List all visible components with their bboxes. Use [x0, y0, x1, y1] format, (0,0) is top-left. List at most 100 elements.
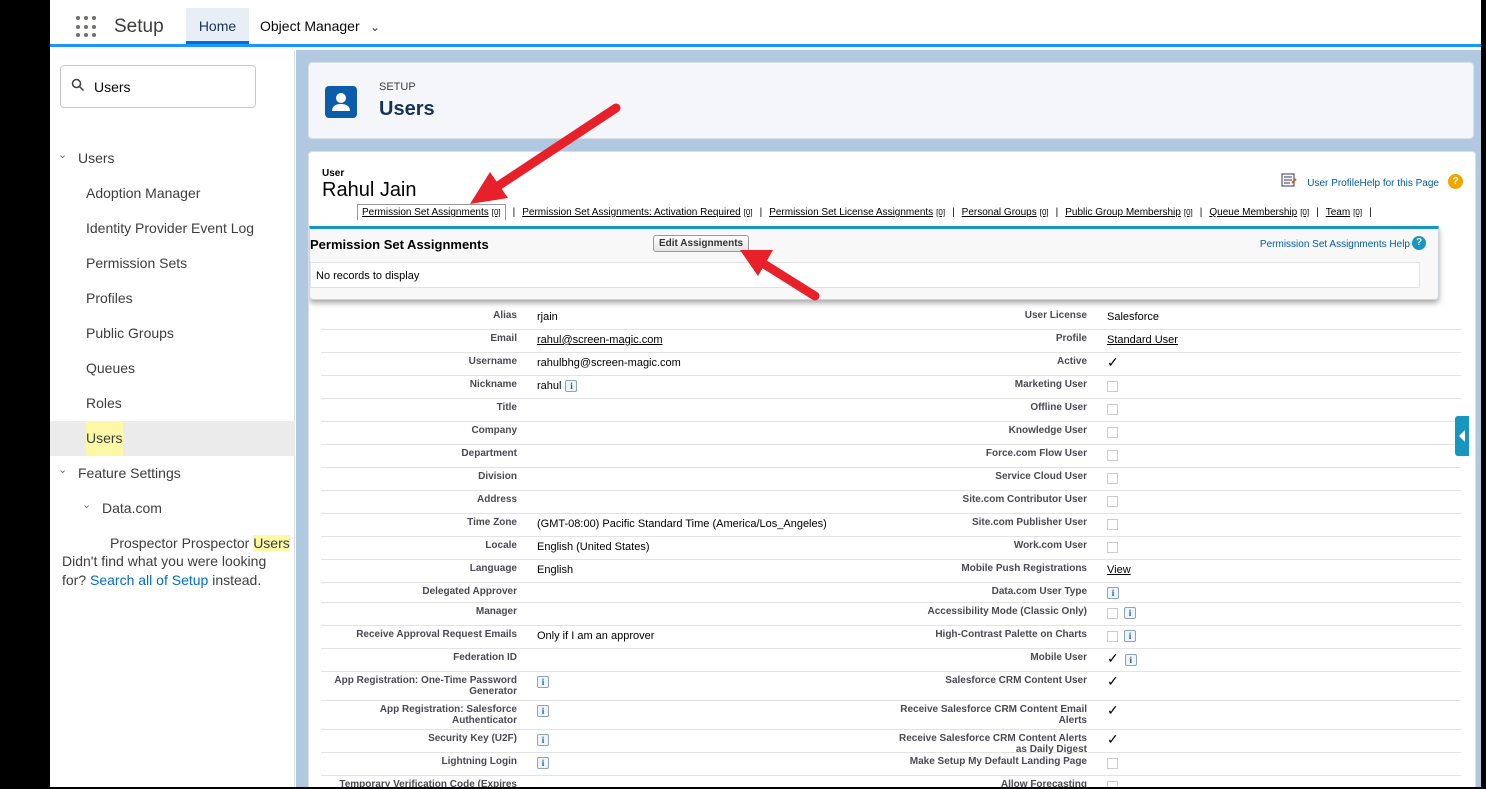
unchecked-checkbox-icon: [1107, 380, 1118, 392]
edit-assignments-button[interactable]: Edit Assignments: [653, 235, 750, 252]
related-link-count: [0]: [1300, 208, 1310, 217]
field-label: Department: [461, 448, 517, 459]
detail-row: Manager Accessibility Mode (Classic Only)…: [321, 603, 1461, 626]
info-icon[interactable]: i: [537, 734, 549, 747]
chevron-down-icon[interactable]: ⌄: [58, 453, 67, 488]
detail-row: Security Key (U2F) i Receive Salesforce CR…: [321, 730, 1461, 755]
link-separator: |: [952, 207, 955, 218]
sidebar-item[interactable]: ⌄ Users: [50, 141, 295, 176]
detail-row: Federation ID Mobile User ✓ i: [321, 649, 1461, 672]
field-value-text[interactable]: View: [1107, 564, 1131, 576]
field-label: Service Cloud User: [995, 471, 1087, 482]
related-list-link[interactable]: Permission Set License Assignments [0]: [769, 207, 945, 218]
sidebar-item[interactable]: Profiles: [50, 281, 295, 316]
page-eyebrow: SETUP: [379, 81, 416, 93]
sidebar-item[interactable]: Identity Provider Event Log: [50, 211, 295, 246]
tab-object-manager[interactable]: Object Manager: [260, 8, 360, 44]
quick-find-input[interactable]: Users: [60, 65, 256, 108]
field-value-text[interactable]: Standard User: [1107, 334, 1178, 346]
info-icon[interactable]: i: [1107, 587, 1119, 600]
field-label: Work.com User: [1013, 540, 1087, 551]
detail-row: App Registration: One-Time Password Gene…: [321, 672, 1461, 701]
help-icon[interactable]: ?: [1448, 174, 1463, 189]
field-label: Site.com Publisher User: [971, 517, 1087, 528]
info-icon[interactable]: i: [1124, 630, 1136, 643]
detail-row: Division Service Cloud User: [321, 468, 1461, 491]
detail-row: Address Site.com Contributor User: [321, 491, 1461, 514]
field-label: Active: [1056, 356, 1087, 367]
unchecked-checkbox-icon: [1107, 607, 1118, 619]
field-label: Site.com Contributor User: [962, 494, 1087, 505]
unchecked-checkbox-icon: [1107, 541, 1118, 553]
sidebar-item-label: Permission Sets: [86, 255, 188, 271]
sidebar-item[interactable]: Queues: [50, 351, 295, 386]
field-label: Make Setup My Default Landing Page: [909, 756, 1087, 767]
sidebar-item-label: Public Groups: [86, 325, 174, 341]
sidebar-item-label: Queues: [86, 360, 136, 376]
related-list-link[interactable]: Team [0]: [1326, 207, 1362, 218]
field-label: User License: [1024, 310, 1087, 321]
collapse-sidebar-toggle[interactable]: [1455, 416, 1469, 456]
field-value: Salesforce: [1107, 311, 1159, 323]
sidebar-item[interactable]: ⌄ Feature Settings: [50, 456, 295, 491]
sidebar-item[interactable]: ⌄ Data.com: [50, 491, 295, 526]
link-separator: |: [1316, 207, 1319, 218]
search-all-setup-link[interactable]: Search all of Setup: [90, 572, 208, 588]
record-type-label: User: [322, 168, 345, 179]
related-list-link[interactable]: Personal Groups [0]: [962, 207, 1049, 218]
no-results-suffix: instead.: [212, 572, 262, 588]
unchecked-checkbox-icon: [1107, 403, 1118, 415]
sidebar-item-label: Data.com: [102, 500, 162, 516]
detail-row: Department Force.com Flow User: [321, 445, 1461, 468]
info-icon[interactable]: i: [565, 380, 578, 393]
field-label: Temporary Verification Code (Expires: [339, 779, 517, 787]
chevron-down-icon[interactable]: ⌄: [370, 20, 380, 34]
field-value: [1107, 380, 1118, 392]
info-icon[interactable]: i: [1124, 607, 1136, 620]
field-value: i: [1107, 587, 1119, 600]
hover-help-link[interactable]: Permission Set Assignments Help: [1260, 239, 1410, 250]
field-value: Only if I am an approver: [537, 630, 654, 642]
field-label: Security Key (U2F): [428, 733, 517, 744]
chevron-down-icon[interactable]: ⌄: [58, 138, 67, 173]
sidebar-item[interactable]: Roles: [50, 386, 295, 421]
related-link-count: [0]: [491, 208, 501, 217]
related-link-count: [0]: [936, 208, 946, 217]
related-list-link[interactable]: Public Group Membership [0]: [1065, 207, 1193, 218]
link-separator: |: [512, 207, 516, 218]
related-link-label: Permission Set Assignments: Activation R…: [522, 207, 741, 218]
detail-row: Alias rjain User License Salesforce: [321, 307, 1461, 330]
field-value: i: [537, 676, 549, 689]
info-icon[interactable]: i: [537, 757, 549, 770]
info-icon[interactable]: i: [537, 676, 549, 689]
field-value: i: [537, 705, 549, 718]
app-launcher-icon[interactable]: [76, 16, 98, 38]
field-value[interactable]: rahul@screen-magic.com: [537, 334, 663, 346]
field-value-text[interactable]: rahul@screen-magic.com: [537, 334, 663, 346]
sidebar-item-label: Adoption Manager: [86, 185, 201, 201]
related-list-link[interactable]: Queue Membership [0]: [1209, 207, 1309, 218]
edit-layout-icon[interactable]: [1281, 172, 1297, 188]
field-label: Knowledge User: [1008, 425, 1087, 436]
sidebar-item[interactable]: Adoption Manager: [50, 176, 295, 211]
field-label: Division: [478, 471, 517, 482]
tab-home[interactable]: Home: [186, 8, 249, 44]
sidebar-item[interactable]: Public Groups: [50, 316, 295, 351]
field-value: [1107, 541, 1118, 553]
related-list-link[interactable]: Permission Set Assignments: Activation R…: [522, 207, 752, 218]
help-for-page-link[interactable]: User ProfileHelp for this Page: [1307, 178, 1439, 189]
chevron-down-icon[interactable]: ⌄: [82, 488, 91, 523]
sidebar-item[interactable]: Permission Sets: [50, 246, 295, 281]
field-value-text: rahul: [537, 380, 562, 392]
sidebar-item[interactable]: Users: [50, 421, 295, 456]
field-label: Accessibility Mode (Classic Only): [927, 606, 1088, 617]
detail-row: App Registration: Salesforce Authenticat…: [321, 701, 1461, 730]
related-link-count: [0]: [1353, 208, 1363, 217]
help-icon[interactable]: ?: [1412, 236, 1426, 250]
field-value-text: (GMT-08:00) Pacific Standard Time (Ameri…: [537, 518, 827, 530]
field-value: ✓: [1107, 732, 1119, 747]
info-icon[interactable]: i: [1124, 654, 1137, 667]
related-list-link[interactable]: Permission Set Assignments [0]: [357, 204, 506, 220]
info-icon[interactable]: i: [537, 705, 549, 718]
unchecked-checkbox-icon: [1107, 472, 1118, 484]
